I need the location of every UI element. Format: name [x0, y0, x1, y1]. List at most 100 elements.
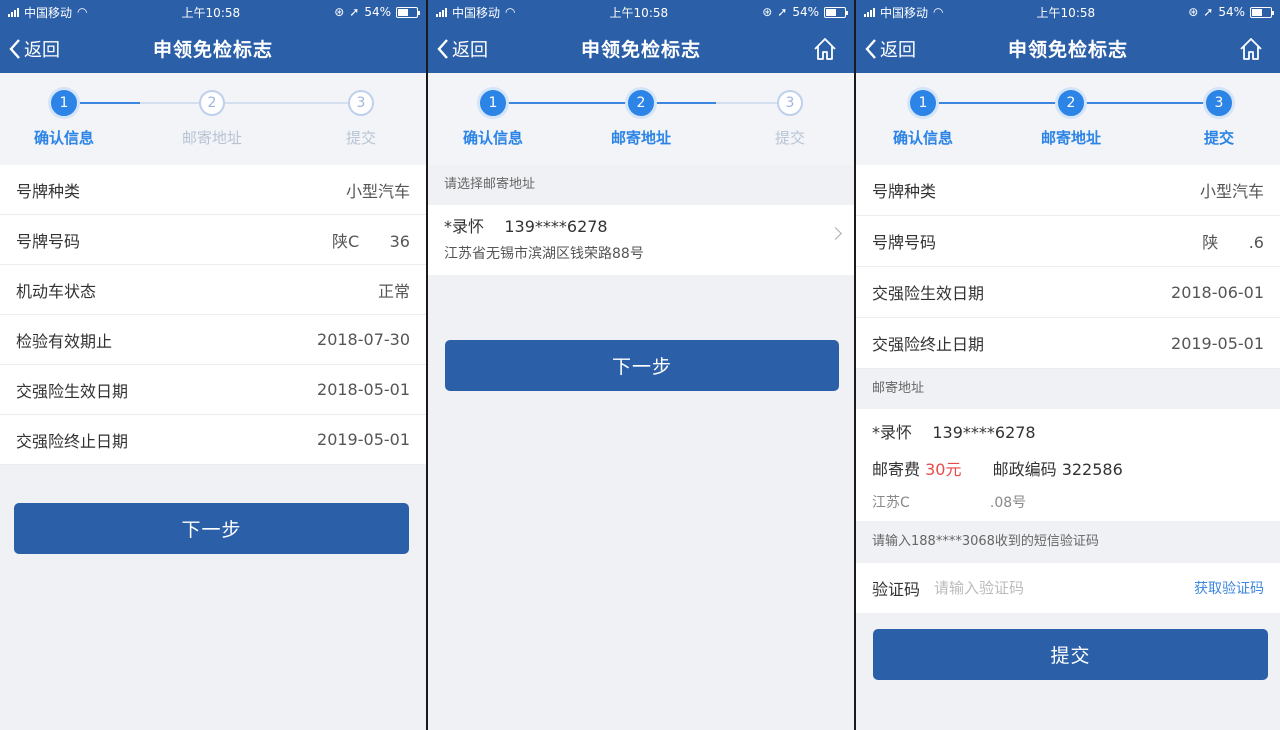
mail-address: 江苏C .08号	[872, 495, 1027, 511]
step-line-2	[1071, 102, 1219, 104]
clock: 上午10:58	[1036, 5, 1096, 20]
step-1-label: 确认信息	[462, 129, 524, 147]
page-title: 申领免检标志	[152, 39, 273, 61]
row-value: 正常	[377, 281, 410, 301]
progress-steps: 1 2 3 确认信息 邮寄地址 提交	[856, 73, 1280, 165]
address-item[interactable]: *录怀 139****6278 江苏省无锡市滨湖区钱荣路88号	[428, 205, 854, 275]
back-label: 返回	[24, 39, 60, 61]
vehicle-info-list: 号牌种类 小型汽车 号牌号码 陕 .6 交强险生效日期 2018-06-01 交强险终…	[856, 165, 1280, 369]
zip-label: 邮政编码	[992, 460, 1057, 479]
row-label: 交强险生效日期	[16, 381, 129, 401]
carrier-label: 中国移动	[452, 5, 501, 20]
nav-bar: 返回 申领免检标志	[428, 24, 854, 73]
step-2-label: 邮寄地址	[1040, 129, 1102, 147]
row-label: 机动车状态	[16, 281, 97, 301]
battery-percent: 54%	[1218, 5, 1245, 19]
info-row: 交强险生效日期 2018-05-01	[0, 365, 426, 415]
status-bar: 中国移动 ◠ 上午10:58 ⊛ ➚ 54%	[0, 0, 426, 24]
next-button[interactable]: 下一步	[14, 503, 409, 554]
code-input[interactable]	[934, 579, 1194, 597]
next-button[interactable]: 下一步	[445, 340, 839, 391]
step-line-2	[212, 102, 361, 104]
page-title: 申领免检标志	[1007, 39, 1128, 61]
wifi-icon: ◠	[933, 5, 944, 19]
home-icon[interactable]	[1238, 36, 1264, 62]
row-label: 号牌号码	[872, 233, 937, 252]
clock: 上午10:58	[609, 5, 669, 20]
page-title: 申领免检标志	[580, 39, 701, 61]
status-bar: 中国移动 ◠ 上午10:58 ⊛ ➚ 54%	[428, 0, 854, 24]
row-value: 2018-07-30	[317, 330, 410, 349]
nav-bar: 返回 申领免检标志	[856, 24, 1280, 73]
top-bar: 中国移动 ◠ 上午10:58 ⊛ ➚ 54% 返回 申领免检标志	[856, 0, 1280, 73]
screen-confirm-info: 中国移动 ◠ 上午10:58 ⊛ ➚ 54% 返回 申领免检标志 1 2 3 确…	[0, 0, 426, 730]
row-label: 号牌种类	[16, 181, 81, 201]
step-1-dot: 1	[910, 90, 936, 116]
top-bar: 中国移动 ◠ 上午10:58 ⊛ ➚ 54% 返回 申领免检标志	[0, 0, 426, 73]
row-value: 2019-05-01	[317, 430, 410, 449]
vehicle-info-list: 号牌种类 小型汽车 号牌号码 陕C 36 机动车状态 正常 检验有效期止 2018-07…	[0, 165, 426, 465]
step-2-label: 邮寄地址	[181, 129, 243, 147]
fee-label: 邮寄费	[872, 460, 921, 479]
step-1-dot: 1	[51, 90, 77, 116]
step-2-label: 邮寄地址	[610, 129, 672, 147]
step-line-1	[493, 102, 641, 104]
row-value: 小型汽车	[1199, 182, 1264, 201]
mail-info: *录怀 139****6278 邮寄费 30元 邮政编码 322586 江苏C …	[856, 409, 1280, 521]
step-1-dot: 1	[480, 90, 506, 116]
lock-rotation-icon: ⊛	[1188, 5, 1199, 19]
chevron-left-icon	[865, 38, 876, 59]
battery-percent: 54%	[792, 5, 819, 19]
signal-icon	[436, 7, 447, 17]
row-label: 交强险终止日期	[16, 431, 129, 451]
submit-button[interactable]: 提交	[873, 629, 1268, 680]
row-value: 2018-05-01	[317, 380, 410, 399]
screen-submit: 中国移动 ◠ 上午10:58 ⊛ ➚ 54% 返回 申领免检标志 1 2 3 确…	[856, 0, 1280, 730]
zip-value: 322586	[1061, 460, 1123, 479]
step-3-dot: 3	[777, 90, 803, 116]
info-row: 交强险生效日期 2018-06-01	[856, 267, 1280, 318]
mail-fee-zip: 邮寄费 30元 邮政编码 322586	[872, 451, 1264, 489]
screen-mail-address: 中国移动 ◠ 上午10:58 ⊛ ➚ 54% 返回 申领免检标志 1 2 3 确…	[428, 0, 854, 730]
chevron-left-icon	[9, 38, 20, 59]
nav-bar: 返回 申领免检标志	[0, 24, 426, 73]
fee-value: 30元	[925, 460, 962, 479]
battery-icon	[395, 6, 420, 18]
step-1-label: 确认信息	[33, 129, 95, 147]
progress-steps: 1 2 3 确认信息 邮寄地址 提交	[0, 73, 426, 165]
clock: 上午10:58	[181, 5, 241, 20]
chevron-left-icon	[437, 38, 448, 59]
carrier-label: 中国移动	[24, 5, 73, 20]
step-3-label: 提交	[774, 129, 806, 147]
location-icon: ➚	[777, 5, 788, 19]
mail-name-phone: *录怀 139****6278	[872, 423, 1036, 442]
back-label: 返回	[880, 39, 916, 61]
back-button[interactable]: 返回	[864, 36, 916, 62]
row-label: 交强险终止日期	[872, 335, 985, 354]
code-row: 验证码 获取验证码	[856, 563, 1280, 613]
wifi-icon: ◠	[505, 5, 516, 19]
address-line: 江苏省无锡市滨湖区钱荣路88号	[444, 246, 644, 262]
step-3-label: 提交	[1203, 129, 1235, 147]
sms-hint: 请输入188****3068收到的短信验证码	[856, 521, 1280, 563]
step-2-dot: 2	[628, 90, 654, 116]
carrier-label: 中国移动	[880, 5, 929, 20]
step-1-label: 确认信息	[892, 129, 954, 147]
back-label: 返回	[452, 39, 488, 61]
info-row: 号牌号码 陕 .6	[856, 216, 1280, 267]
row-value: 2018-06-01	[1171, 282, 1264, 302]
info-row: 检验有效期止 2018-07-30	[0, 315, 426, 365]
wifi-icon: ◠	[77, 5, 88, 19]
home-icon[interactable]	[812, 36, 838, 62]
info-row: 号牌种类 小型汽车	[0, 165, 426, 215]
mail-section-header: 邮寄地址	[856, 369, 1280, 409]
row-value: 陕C 36	[331, 231, 410, 251]
info-row: 交强险终止日期 2019-05-01	[856, 318, 1280, 369]
lock-rotation-icon: ⊛	[762, 5, 773, 19]
address-name-phone: *录怀 139****6278	[444, 217, 608, 236]
back-button[interactable]: 返回	[8, 36, 60, 62]
status-bar: 中国移动 ◠ 上午10:58 ⊛ ➚ 54%	[856, 0, 1280, 24]
back-button[interactable]: 返回	[436, 36, 488, 62]
get-code-button[interactable]: 获取验证码	[1194, 578, 1264, 598]
location-icon: ➚	[349, 5, 360, 19]
